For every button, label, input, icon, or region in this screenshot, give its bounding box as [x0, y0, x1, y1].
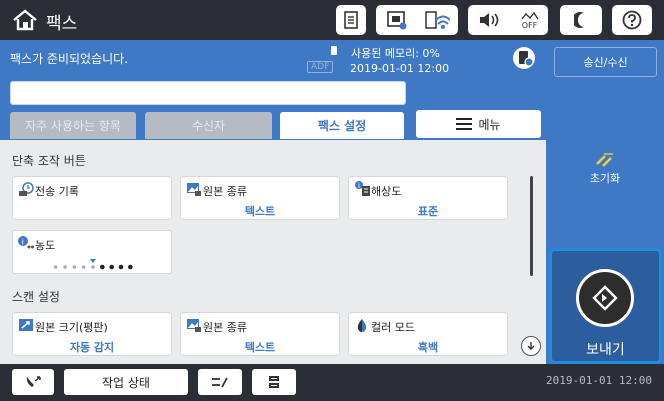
send-receive-button[interactable]: 송신/수신 [554, 47, 657, 77]
app-title: 팩스 [46, 14, 78, 34]
quick-ops-title: 단축 조작 버튼 [12, 154, 86, 168]
scroll-down-button[interactable] [521, 336, 541, 356]
storage-icon [269, 376, 279, 388]
sound-network-button[interactable]: OFF [468, 5, 548, 35]
tile-label: 농도 [35, 239, 56, 252]
density-marker [90, 259, 96, 263]
header-datetime: 2019-01-01 12:00 [350, 62, 450, 75]
send-history-icon [19, 182, 34, 196]
resolution-icon: i [355, 181, 370, 196]
preset-button[interactable] [198, 369, 242, 395]
storage-button[interactable] [252, 369, 296, 395]
arrow-down-icon [527, 342, 535, 350]
density-dot [118, 264, 124, 270]
phone-icon [26, 376, 41, 387]
ethernet-icon [386, 11, 406, 30]
tile-original-type[interactable]: 원본 종류 텍스트 [180, 176, 340, 220]
density-dot [81, 265, 86, 269]
color-mode-icon [357, 319, 367, 332]
wifi-off-icon: OFF [520, 11, 539, 30]
tile-label: 원본 종류 [203, 321, 247, 334]
fax-info-header: 팩스가 준비되었습니다. 사용된 메모리: 0% ADF 2019-01-01 … [0, 40, 546, 110]
density-icon: i [18, 236, 34, 249]
tile-color-mode[interactable]: 컬러 모드 흑백 [348, 312, 508, 356]
tile-label: 전송 기록 [35, 185, 79, 198]
settings-content: 단축 조작 버튼 전송 기록 원본 종류 텍스트 i 해상도 표준 i 농도 스… [0, 140, 546, 364]
tile-original-size[interactable]: 원본 크기(평판) 자동 감지 [12, 312, 172, 356]
send-button[interactable] [576, 269, 634, 327]
density-dot [100, 264, 105, 270]
document-icon [344, 11, 358, 29]
original-size-icon [19, 319, 33, 331]
tile-label: 해상도 [371, 185, 402, 198]
job-status-button[interactable]: 작업 상태 [64, 369, 188, 395]
top-bar: 팩스 OFF [0, 0, 664, 40]
tile-value: 텍스트 [244, 205, 276, 218]
tile-label: 원본 크기(평판) [35, 321, 108, 334]
density-dot [53, 265, 58, 269]
tile-send-history[interactable]: 전송 기록 [12, 176, 172, 220]
reset-icon [596, 153, 613, 167]
menu-button[interactable]: 메뉴 [416, 110, 541, 138]
home-icon[interactable] [12, 9, 38, 31]
display-button[interactable] [560, 5, 602, 35]
tab-bar: 자주 사용하는 항목 수신자 팩스 설정 메뉴 [0, 110, 546, 140]
tile-resolution[interactable]: i 해상도 표준 [348, 176, 508, 220]
tile-density[interactable]: i 농도 [12, 230, 172, 274]
density-dot [63, 265, 67, 269]
svg-text:i: i [358, 182, 360, 190]
preset-icon [212, 377, 228, 388]
original-type-icon [187, 319, 201, 332]
density-dot [91, 265, 95, 269]
tab-recipient[interactable]: 수신자 [145, 112, 272, 139]
scan-settings-title: 스캔 설정 [12, 290, 60, 304]
help-button[interactable] [612, 5, 652, 35]
density-dot [72, 265, 77, 269]
fax-status-message: 팩스가 준비되었습니다. [10, 52, 129, 66]
send-label: 보내기 [586, 342, 625, 358]
memory-usage: 사용된 메모리: 0% [351, 47, 440, 60]
tile-value: 흑백 [417, 341, 439, 354]
help-icon [622, 10, 642, 30]
memory-icon [331, 46, 337, 55]
send-button-frame: 보내기 [549, 248, 662, 364]
svg-text:i: i [22, 238, 24, 247]
tab-fax-settings[interactable]: 팩스 설정 [280, 112, 404, 139]
wifi-off-label: OFF [521, 20, 538, 30]
hamburger-icon [456, 118, 473, 130]
right-panel: 송신/수신 초기화 보내기 [546, 40, 664, 364]
tile-value: 표준 [417, 205, 439, 218]
wifi-direct-icon [424, 11, 450, 29]
tile-value: 자동 감지 [69, 341, 115, 354]
fax-log-button[interactable] [12, 369, 54, 395]
network-status-button[interactable] [376, 5, 458, 35]
density-dot [109, 264, 114, 270]
tile-value: 텍스트 [244, 341, 276, 354]
scrollbar[interactable] [530, 176, 533, 276]
start-diamond-icon [592, 285, 618, 311]
tile-label: 컬러 모드 [371, 321, 415, 334]
density-indicator [51, 257, 135, 271]
speaker-icon [479, 13, 498, 27]
menu-label: 메뉴 [478, 117, 501, 132]
adf-badge: ADF [307, 61, 334, 73]
original-type-icon [187, 183, 201, 196]
fax-preview-icon[interactable] [512, 46, 536, 70]
bottom-bar: 작업 상태 2019-01-01 12:00 [0, 364, 664, 401]
tile-original-type-scan[interactable]: 원본 종류 텍스트 [180, 312, 340, 356]
tile-label: 원본 종류 [203, 185, 247, 198]
job-list-button[interactable] [336, 5, 366, 35]
fax-number-field[interactable] [10, 81, 406, 105]
moon-icon [574, 12, 584, 28]
reset-label: 초기화 [589, 172, 621, 185]
density-dot [128, 264, 133, 270]
footer-datetime: 2019-01-01 12:00 [546, 374, 652, 387]
tab-frequent[interactable]: 자주 사용하는 항목 [10, 112, 136, 139]
